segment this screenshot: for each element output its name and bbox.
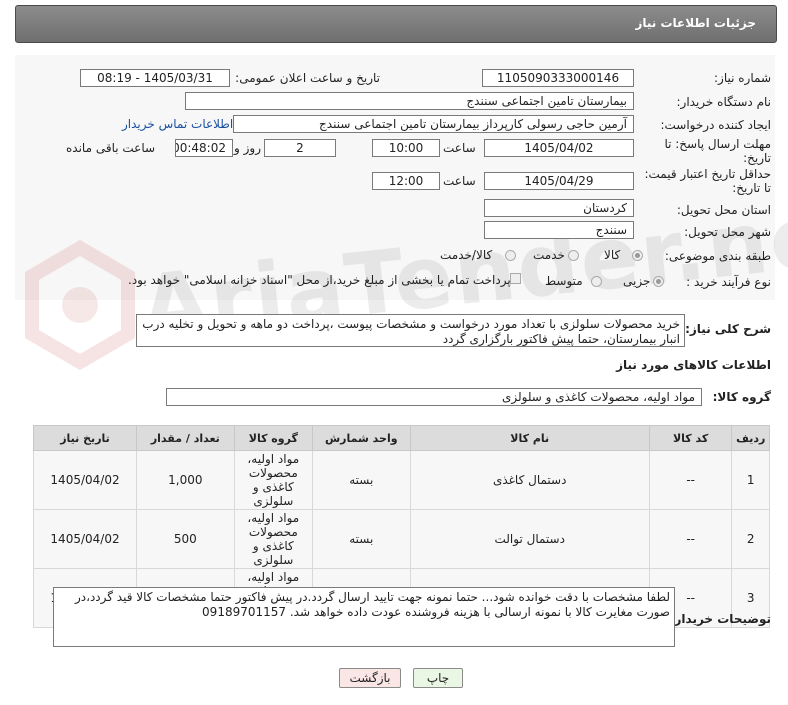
treasury-payment-checkbox[interactable] xyxy=(510,273,521,284)
treasury-payment-note: پرداخت تمام یا بخشی از مبلغ خرید،از محل … xyxy=(128,273,511,287)
reply-deadline-label-2: تاریخ: xyxy=(743,151,771,165)
col-code: کد کالا xyxy=(648,425,733,451)
process-radio-minor[interactable] xyxy=(653,276,664,287)
cell-row: 1 xyxy=(731,450,770,510)
process-label: نوع فرآیند خرید : xyxy=(686,275,771,289)
reply-deadline-label: مهلت ارسال پاسخ: تا xyxy=(664,137,771,151)
creator-label: ایجاد کننده درخواست: xyxy=(660,118,771,132)
cell-qty: 500 xyxy=(136,509,235,569)
cell-group: مواد اولیه، محصولات کاغذی و سلولزی xyxy=(233,509,313,569)
goods-section-title: اطلاعات کالاهای مورد نیاز xyxy=(616,358,771,372)
price-validity-label-2: تا تاریخ: xyxy=(732,181,771,195)
remaining-label: ساعت باقی مانده xyxy=(66,141,156,155)
validity-time-label: ساعت xyxy=(443,174,476,188)
watermark-logo-icon xyxy=(25,240,135,370)
category-radio-service[interactable] xyxy=(568,250,579,261)
reply-date-field: 1405/04/02 xyxy=(484,139,634,157)
category-radio-goods[interactable] xyxy=(632,250,643,261)
process-option-medium: متوسط xyxy=(545,274,583,288)
col-qty: تعداد / مقدار xyxy=(136,425,235,451)
cell-row: 2 xyxy=(731,509,770,569)
category-option-goods: کالا xyxy=(604,248,621,262)
page: جزئیات اطلاعات نیاز AriaTender.net شماره… xyxy=(0,0,788,705)
city-field: سنندج xyxy=(484,221,634,239)
header-bar: جزئیات اطلاعات نیاز xyxy=(15,5,777,43)
col-group: گروه کالا xyxy=(233,425,313,451)
cell-unit: بسته xyxy=(311,509,411,569)
col-row: ردیف xyxy=(731,425,770,451)
table-row: 2 -- دستمال توالت بسته مواد اولیه، محصول… xyxy=(32,509,770,569)
announce-label: تاریخ و ساعت اعلان عمومی: xyxy=(235,71,380,85)
reply-time-field: 10:00 xyxy=(372,139,440,157)
cell-date: 1405/04/02 xyxy=(32,509,138,569)
table-row: 1 -- دستمال کاغذی بسته مواد اولیه، محصول… xyxy=(32,450,770,510)
process-radio-medium[interactable] xyxy=(591,276,602,287)
category-option-service: خدمت xyxy=(533,248,565,262)
cell-code: -- xyxy=(648,450,733,510)
days-label: روز و xyxy=(234,141,261,155)
need-number-label: شماره نیاز: xyxy=(714,71,771,85)
price-validity-label: حداقل تاریخ اعتبار قیمت: xyxy=(644,167,771,181)
cell-code: -- xyxy=(648,509,733,569)
cell-qty: 1,000 xyxy=(136,450,235,510)
buyer-notes-box: لطفا مشخصات با دقت خوانده شود... حتما نم… xyxy=(53,587,675,647)
category-radio-goods-service[interactable] xyxy=(505,250,516,261)
province-field: کردستان xyxy=(484,199,634,217)
cell-unit: بسته xyxy=(311,450,411,510)
buyer-notes-label: توضیحات خریدار: xyxy=(669,612,771,626)
cell-group: مواد اولیه، محصولات کاغذی و سلولزی xyxy=(233,450,313,510)
buyer-org-label: نام دستگاه خریدار: xyxy=(676,95,772,109)
days-field: 2 xyxy=(264,139,336,157)
col-date: تاریخ نیاز xyxy=(32,425,138,451)
validity-time-field: 12:00 xyxy=(372,172,440,190)
validity-date-field: 1405/04/29 xyxy=(484,172,634,190)
description-box: خرید محصولات سلولزی با تعداد مورد درخواس… xyxy=(136,314,685,347)
category-label: طبقه بندی موضوعی: xyxy=(664,249,771,263)
announce-datetime-field: 1405/03/31 - 08:19 xyxy=(80,69,230,87)
creator-field: آرمین حاجی رسولی کارپرداز بیمارستان تامی… xyxy=(233,115,634,133)
description-label: شرح کلی نیاز: xyxy=(685,322,771,336)
goods-group-field: مواد اولیه، محصولات کاغذی و سلولزی xyxy=(166,388,702,406)
process-option-minor: جزیی xyxy=(623,274,651,288)
category-option-goods-service: کالا/خدمت xyxy=(440,248,493,262)
need-number-field: 1105090333000146 xyxy=(482,69,634,87)
print-button[interactable]: چاپ xyxy=(413,668,463,688)
remaining-time-field: 00:48:02 xyxy=(175,139,233,157)
cell-name: دستمال کاغذی xyxy=(409,450,650,510)
reply-time-label: ساعت xyxy=(443,141,476,155)
buyer-org-field: بیمارستان تامین اجتماعی سنندج xyxy=(185,92,634,110)
page-title: جزئیات اطلاعات نیاز xyxy=(635,16,756,30)
col-name: نام کالا xyxy=(409,425,650,451)
back-button[interactable]: بازگشت xyxy=(339,668,401,688)
buyer-contact-link[interactable]: اطلاعات تماس خریدار xyxy=(122,117,233,131)
col-unit: واحد شمارش xyxy=(311,425,411,451)
province-label: استان محل تحویل: xyxy=(676,203,771,217)
goods-group-label: گروه کالا: xyxy=(712,390,771,404)
goods-table-header: ردیف کد کالا نام کالا واحد شمارش گروه کا… xyxy=(32,425,770,451)
city-label: شهر محل تحویل: xyxy=(684,225,771,239)
cell-name: دستمال توالت xyxy=(409,509,650,569)
cell-date: 1405/04/02 xyxy=(32,450,138,510)
